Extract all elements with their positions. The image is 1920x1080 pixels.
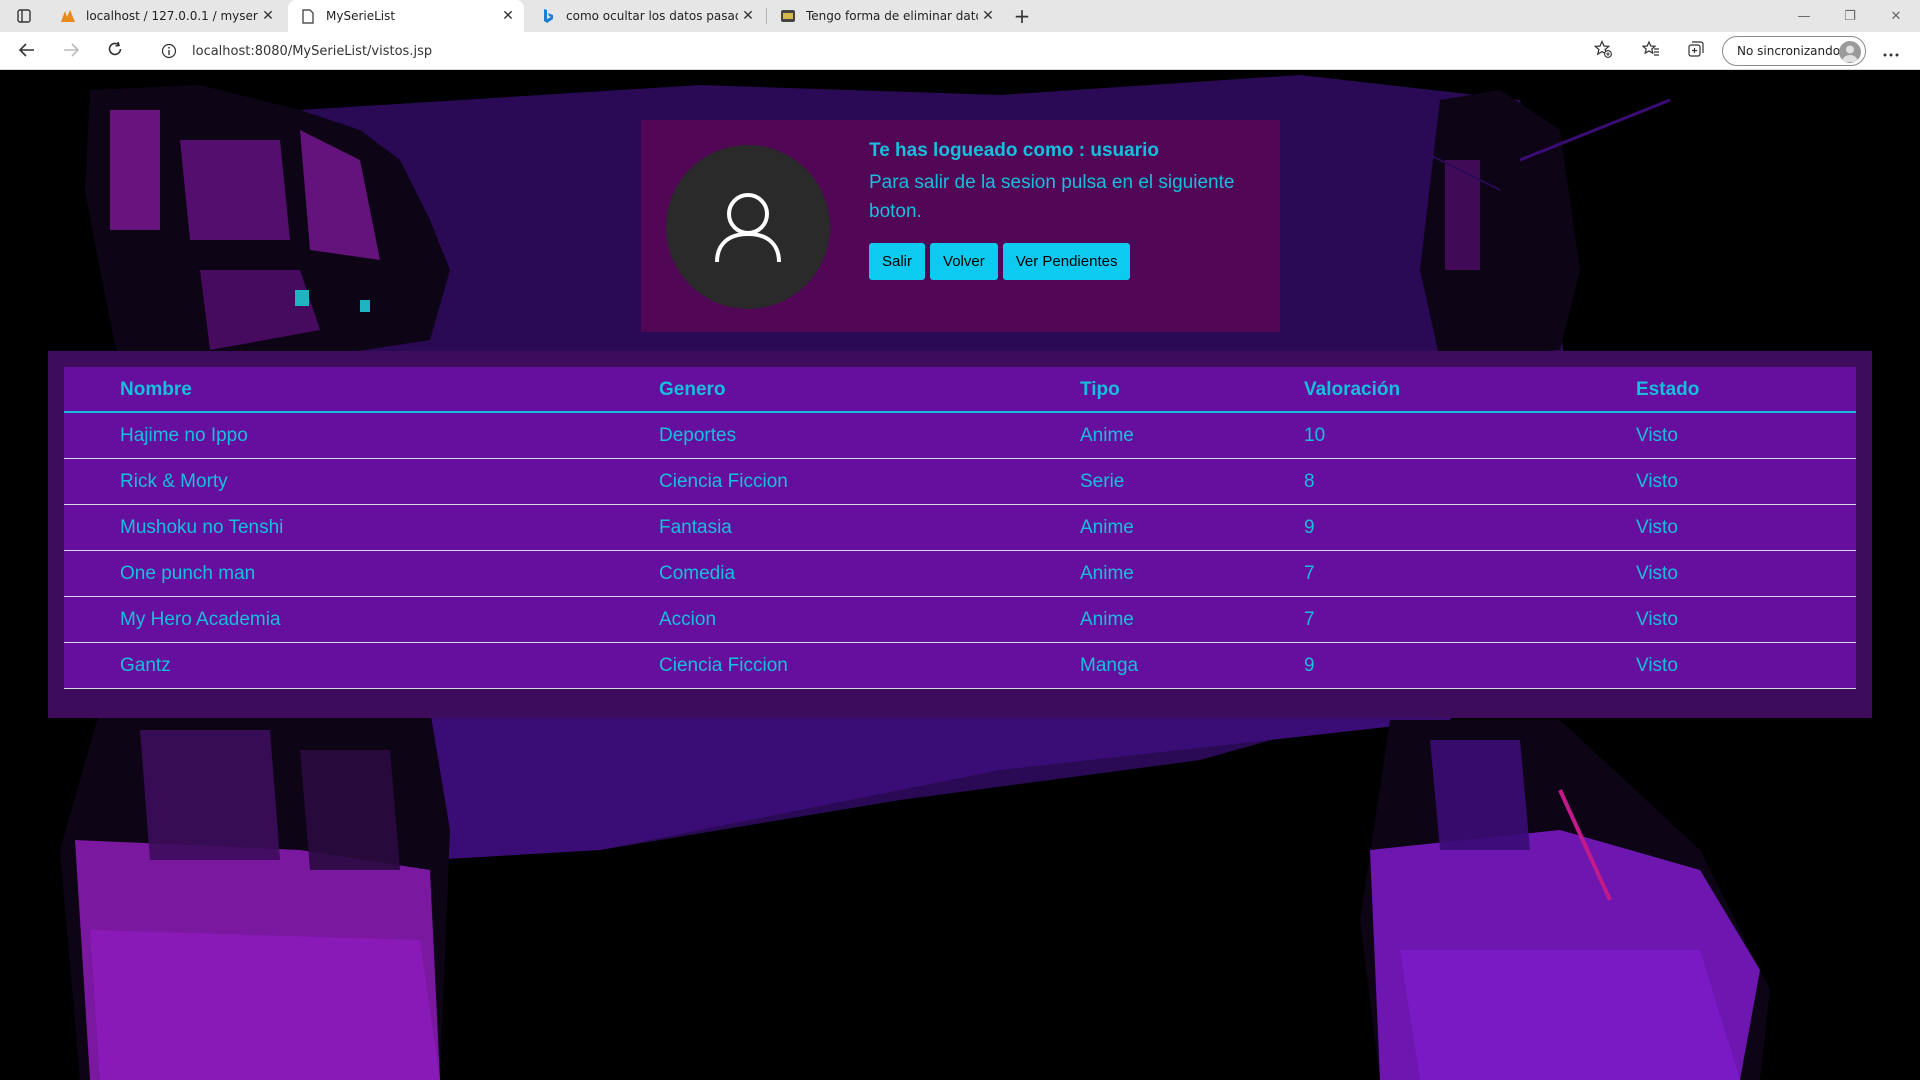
cell-rating: 7	[1304, 609, 1315, 630]
browser-toolbar: localhost:8080/MySerieList/vistos.jsp No…	[0, 32, 1920, 70]
watched-series-table: Nombre Genero Tipo Valoración Estado Haj…	[64, 367, 1856, 689]
user-icon	[715, 193, 781, 263]
cell-rating: 9	[1304, 655, 1315, 676]
forward-button[interactable]	[58, 39, 84, 63]
close-icon[interactable]: ✕	[978, 6, 998, 26]
browser-tab-phpmyadmin[interactable]: localhost / 127.0.0.1 / myseriesli ✕	[48, 0, 284, 32]
close-icon[interactable]: ✕	[738, 6, 758, 26]
cell-name: One punch man	[120, 563, 256, 584]
logout-instructions: Para salir de la sesion pulsa en el sigu…	[869, 172, 1235, 222]
column-header-status: Estado	[1636, 379, 1700, 400]
window-close-button[interactable]: ✕	[1876, 4, 1916, 28]
browser-tab-bing-search[interactable]: como ocultar los datos pasados ✕	[528, 0, 764, 32]
minimize-button[interactable]: —	[1784, 4, 1824, 28]
forum-icon	[780, 8, 796, 24]
cell-genre: Fantasia	[659, 517, 732, 538]
tab-title: como ocultar los datos pasados	[566, 9, 738, 23]
table-row: Hajime no Ippo Deportes Anime 10 Visto	[64, 413, 1856, 459]
page-viewport: Te has logueado como : usuario Para sali…	[0, 70, 1920, 1080]
cell-rating: 10	[1304, 425, 1326, 446]
reload-icon	[107, 41, 123, 61]
phpmyadmin-icon	[60, 8, 76, 24]
watched-series-panel: Nombre Genero Tipo Valoración Estado Haj…	[48, 351, 1872, 718]
cell-name: Rick & Morty	[120, 471, 228, 492]
bing-icon	[540, 8, 556, 24]
cell-genre: Deportes	[659, 425, 737, 446]
table-row: Mushoku no Tenshi Fantasia Anime 9 Visto	[64, 505, 1856, 551]
info-icon[interactable]	[154, 36, 184, 66]
url-text[interactable]: localhost:8080/MySerieList/vistos.jsp	[192, 44, 432, 59]
cell-status: Visto	[1636, 563, 1678, 584]
page-icon	[300, 8, 316, 24]
back-button[interactable]	[14, 39, 40, 63]
close-icon[interactable]: ✕	[498, 6, 518, 26]
favorites-icon	[1641, 40, 1660, 62]
sync-status-label: No sincronizando	[1737, 44, 1841, 58]
cell-rating: 9	[1304, 517, 1315, 538]
cell-type: Serie	[1080, 471, 1125, 492]
user-avatar	[666, 145, 830, 309]
tab-actions-icon[interactable]	[10, 6, 38, 26]
reload-button[interactable]	[102, 39, 128, 63]
close-icon[interactable]: ✕	[258, 6, 278, 26]
cell-rating: 7	[1304, 563, 1315, 584]
cell-type: Anime	[1080, 517, 1134, 538]
cell-rating: 8	[1304, 471, 1315, 492]
tab-title: MySerieList	[326, 9, 396, 23]
table-row: Gantz Ciencia Ficcion Manga 9 Visto	[64, 643, 1856, 689]
cell-type: Anime	[1080, 425, 1134, 446]
tab-title: Tengo forma de eliminar datos p	[806, 9, 978, 23]
cell-status: Visto	[1636, 425, 1678, 446]
tab-separator	[766, 8, 767, 24]
arrow-right-icon	[63, 42, 80, 61]
cell-name: Mushoku no Tenshi	[120, 517, 284, 538]
table-row: My Hero Academia Accion Anime 7 Visto	[64, 597, 1856, 643]
star-plus-icon	[1593, 40, 1612, 62]
table-row: Rick & Morty Ciencia Ficcion Serie 8 Vis…	[64, 459, 1856, 505]
address-bar[interactable]: localhost:8080/MySerieList/vistos.jsp	[148, 36, 1618, 66]
cell-type: Manga	[1080, 655, 1139, 676]
cell-status: Visto	[1636, 517, 1678, 538]
browser-tab-bar: localhost / 127.0.0.1 / myseriesli ✕ MyS…	[0, 0, 1920, 32]
column-header-genre: Genero	[659, 379, 726, 400]
cell-type: Anime	[1080, 609, 1134, 630]
tab-title: localhost / 127.0.0.1 / myseriesli	[86, 9, 258, 23]
logout-button[interactable]: Salir	[869, 243, 926, 280]
cell-status: Visto	[1636, 471, 1678, 492]
profile-sync-button[interactable]: No sincronizando	[1722, 36, 1866, 66]
arrow-left-icon	[18, 42, 35, 61]
logged-in-heading: Te has logueado como : usuario	[869, 140, 1159, 161]
session-card: Te has logueado como : usuario Para sali…	[641, 120, 1280, 332]
browser-tab-forum[interactable]: Tengo forma de eliminar datos p ✕	[768, 0, 1004, 32]
collections-icon	[1687, 40, 1705, 62]
column-header-rating: Valoración	[1304, 379, 1401, 400]
column-header-name: Nombre	[120, 379, 192, 400]
cell-name: Hajime no Ippo	[120, 425, 248, 446]
cell-name: Gantz	[120, 655, 171, 676]
restore-button[interactable]: ❐	[1830, 4, 1870, 28]
profile-avatar-icon	[1839, 41, 1861, 63]
cell-genre: Comedia	[659, 563, 736, 584]
add-favorite-button[interactable]	[1590, 39, 1616, 63]
session-actions: Salir Volver Ver Pendientes	[869, 243, 1131, 280]
settings-menu-button[interactable]	[1878, 39, 1904, 63]
cell-genre: Ciencia Ficcion	[659, 471, 788, 492]
column-header-type: Tipo	[1080, 379, 1120, 400]
table-header-row: Nombre Genero Tipo Valoración Estado	[64, 367, 1856, 413]
favorites-button[interactable]	[1638, 39, 1664, 63]
cell-genre: Ciencia Ficcion	[659, 655, 788, 676]
back-to-list-button[interactable]: Volver	[930, 243, 998, 280]
cell-status: Visto	[1636, 655, 1678, 676]
cell-name: My Hero Academia	[120, 609, 281, 630]
new-tab-button[interactable]: +	[1010, 4, 1034, 28]
collections-button[interactable]	[1683, 39, 1709, 63]
view-pending-button[interactable]: Ver Pendientes	[1002, 243, 1131, 280]
browser-tab-myserielist[interactable]: MySerieList ✕	[288, 0, 524, 32]
cell-genre: Accion	[659, 609, 717, 630]
cell-type: Anime	[1080, 563, 1134, 584]
more-icon	[1883, 42, 1899, 61]
table-row: One punch man Comedia Anime 7 Visto	[64, 551, 1856, 597]
cell-status: Visto	[1636, 609, 1678, 630]
